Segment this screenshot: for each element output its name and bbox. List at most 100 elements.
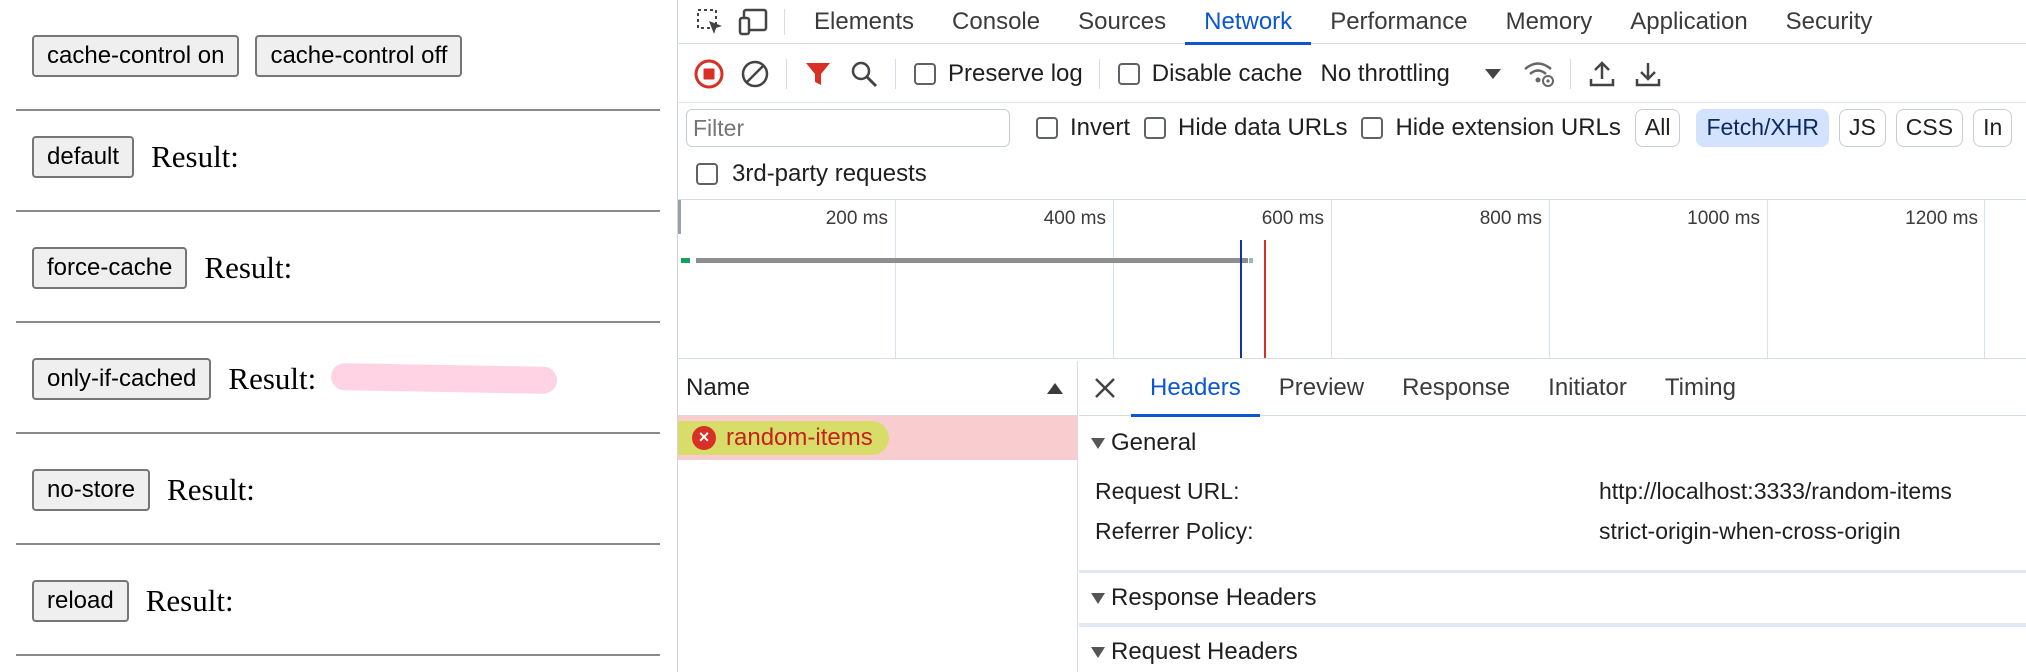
filter-chip-css[interactable]: CSS [1895,109,1964,147]
tab-preview[interactable]: Preview [1260,361,1383,416]
network-toolbar: Preserve log Disable cache No throttling [678,45,2026,103]
filter-chip-all[interactable]: All [1634,109,1681,147]
tick-label: 800 ms [1479,208,1542,229]
error-icon: × [692,426,716,450]
third-party-requests-checkbox[interactable]: 3rd-party requests [696,160,927,188]
network-conditions-icon[interactable] [1516,51,1562,97]
cache-control-off-button[interactable]: cache-control off [255,34,463,77]
hide-extension-urls-checkbox[interactable]: Hide extension URLs [1361,114,1621,142]
request-waterfall-start [681,258,690,263]
invert-checkbox[interactable]: Invert [1036,114,1130,142]
divider [895,58,896,89]
timeline-edge [678,200,681,234]
referrer-policy-value: strict-origin-when-cross-origin [1599,518,1901,544]
response-headers-title: Response Headers [1111,584,1317,611]
search-icon[interactable] [841,51,887,97]
result-label: Result: [151,138,239,174]
expand-triangle-icon [1091,646,1105,658]
tick-label: 600 ms [1261,208,1324,229]
tick-label: 200 ms [825,208,888,229]
expand-triangle-icon [1091,592,1105,604]
disable-cache-checkbox[interactable]: Disable cache [1117,59,1303,88]
preserve-log-checkbox[interactable]: Preserve log [914,60,1083,88]
preserve-log-label: Preserve log [948,59,1083,87]
general-section-header[interactable]: General [1079,416,2026,470]
filter-chip-fetch-xhr[interactable]: Fetch/XHR [1696,109,1829,147]
tab-sources[interactable]: Sources [1059,0,1185,44]
tab-application[interactable]: Application [1611,0,1766,44]
general-section-title: General [1111,429,1197,456]
divider [786,58,787,89]
cache-control-on-button[interactable]: cache-control on [32,34,240,77]
highlight-annotation [331,363,558,394]
throttling-value: No throttling [1320,59,1450,87]
grid-line [1331,200,1332,358]
third-party-requests-label: 3rd-party requests [732,160,927,187]
response-headers-section-header[interactable]: Response Headers [1079,570,2026,624]
only-if-cached-button[interactable]: only-if-cached [32,357,212,400]
request-row[interactable]: × random-items [678,416,1077,460]
tab-performance[interactable]: Performance [1311,0,1486,44]
export-har-icon[interactable] [1625,51,1671,97]
throttling-select[interactable]: No throttling [1320,60,1501,88]
tab-initiator[interactable]: Initiator [1529,361,1646,416]
highlight-annotation: × random-items [678,421,889,455]
tab-security[interactable]: Security [1767,0,1892,44]
devtools-tab-bar: Elements Console Sources Network Perform… [678,0,2026,45]
chevron-down-icon [1484,68,1501,79]
tab-response[interactable]: Response [1383,361,1529,416]
tab-network[interactable]: Network [1185,0,1312,45]
details-tab-bar: Headers Preview Response Initiator Timin… [1079,361,2026,417]
filter-bar: Invert Hide data URLs Hide extension URL… [678,104,2026,152]
filter-input[interactable] [686,109,1010,147]
filter-chip-js[interactable]: JS [1838,109,1886,147]
row-force-cache: force-cache Result: [16,212,660,323]
result-label: Result: [228,360,317,396]
name-header-label: Name [686,374,751,401]
clear-icon[interactable] [732,51,778,97]
divider [1098,58,1100,89]
tab-memory[interactable]: Memory [1487,0,1612,44]
tab-headers[interactable]: Headers [1131,361,1260,417]
request-url-label: Request URL: [1095,478,1240,504]
default-button[interactable]: default [32,135,135,178]
inspect-element-icon[interactable] [688,0,732,44]
grid-line [1984,200,1985,358]
tab-timing[interactable]: Timing [1646,361,1755,416]
reload-button[interactable]: reload [32,579,129,622]
expand-triangle-icon [1091,437,1105,449]
hide-data-urls-label: Hide data URLs [1178,114,1348,141]
divider [784,8,785,35]
request-url-row: Request URL: http://localhost:3333/rando… [1079,470,2026,510]
filter-icon[interactable] [795,51,841,97]
import-har-icon[interactable] [1579,51,1625,97]
row-default: default Result: [16,101,660,212]
result-label: Result: [167,471,255,507]
grid-line [1767,200,1768,358]
checkbox-box[interactable] [1117,62,1140,85]
hide-data-urls-checkbox[interactable]: Hide data URLs [1144,114,1347,142]
checkbox-box[interactable] [914,62,936,85]
tab-console[interactable]: Console [933,0,1059,44]
request-headers-section-header[interactable]: Request Headers [1079,624,2026,672]
row-only-if-cached: only-if-cached Result: [16,323,660,434]
force-cache-button[interactable]: force-cache [32,246,188,289]
checkbox-box[interactable] [696,163,718,185]
divider [1569,58,1571,89]
name-column-header[interactable]: Name [678,361,1077,416]
network-overview-timeline[interactable]: 200 ms 400 ms 600 ms 800 ms 1000 ms 1200… [678,199,2026,359]
checkbox-box[interactable] [1036,117,1058,139]
disable-cache-label: Disable cache [1151,59,1303,87]
cache-control-row: cache-control on cache-control off [16,0,660,111]
request-name-column: Name × random-items [678,361,1078,672]
filter-chip-img[interactable]: In [1973,109,2013,147]
request-waterfall-bar [696,258,1248,263]
no-store-button[interactable]: no-store [32,468,151,511]
checkbox-box[interactable] [1144,117,1167,139]
checkbox-box[interactable] [1361,117,1384,139]
tab-elements[interactable]: Elements [795,0,933,44]
record-stop-icon[interactable] [686,51,732,97]
close-icon[interactable] [1079,361,1131,416]
device-toolbar-icon[interactable] [732,0,776,44]
